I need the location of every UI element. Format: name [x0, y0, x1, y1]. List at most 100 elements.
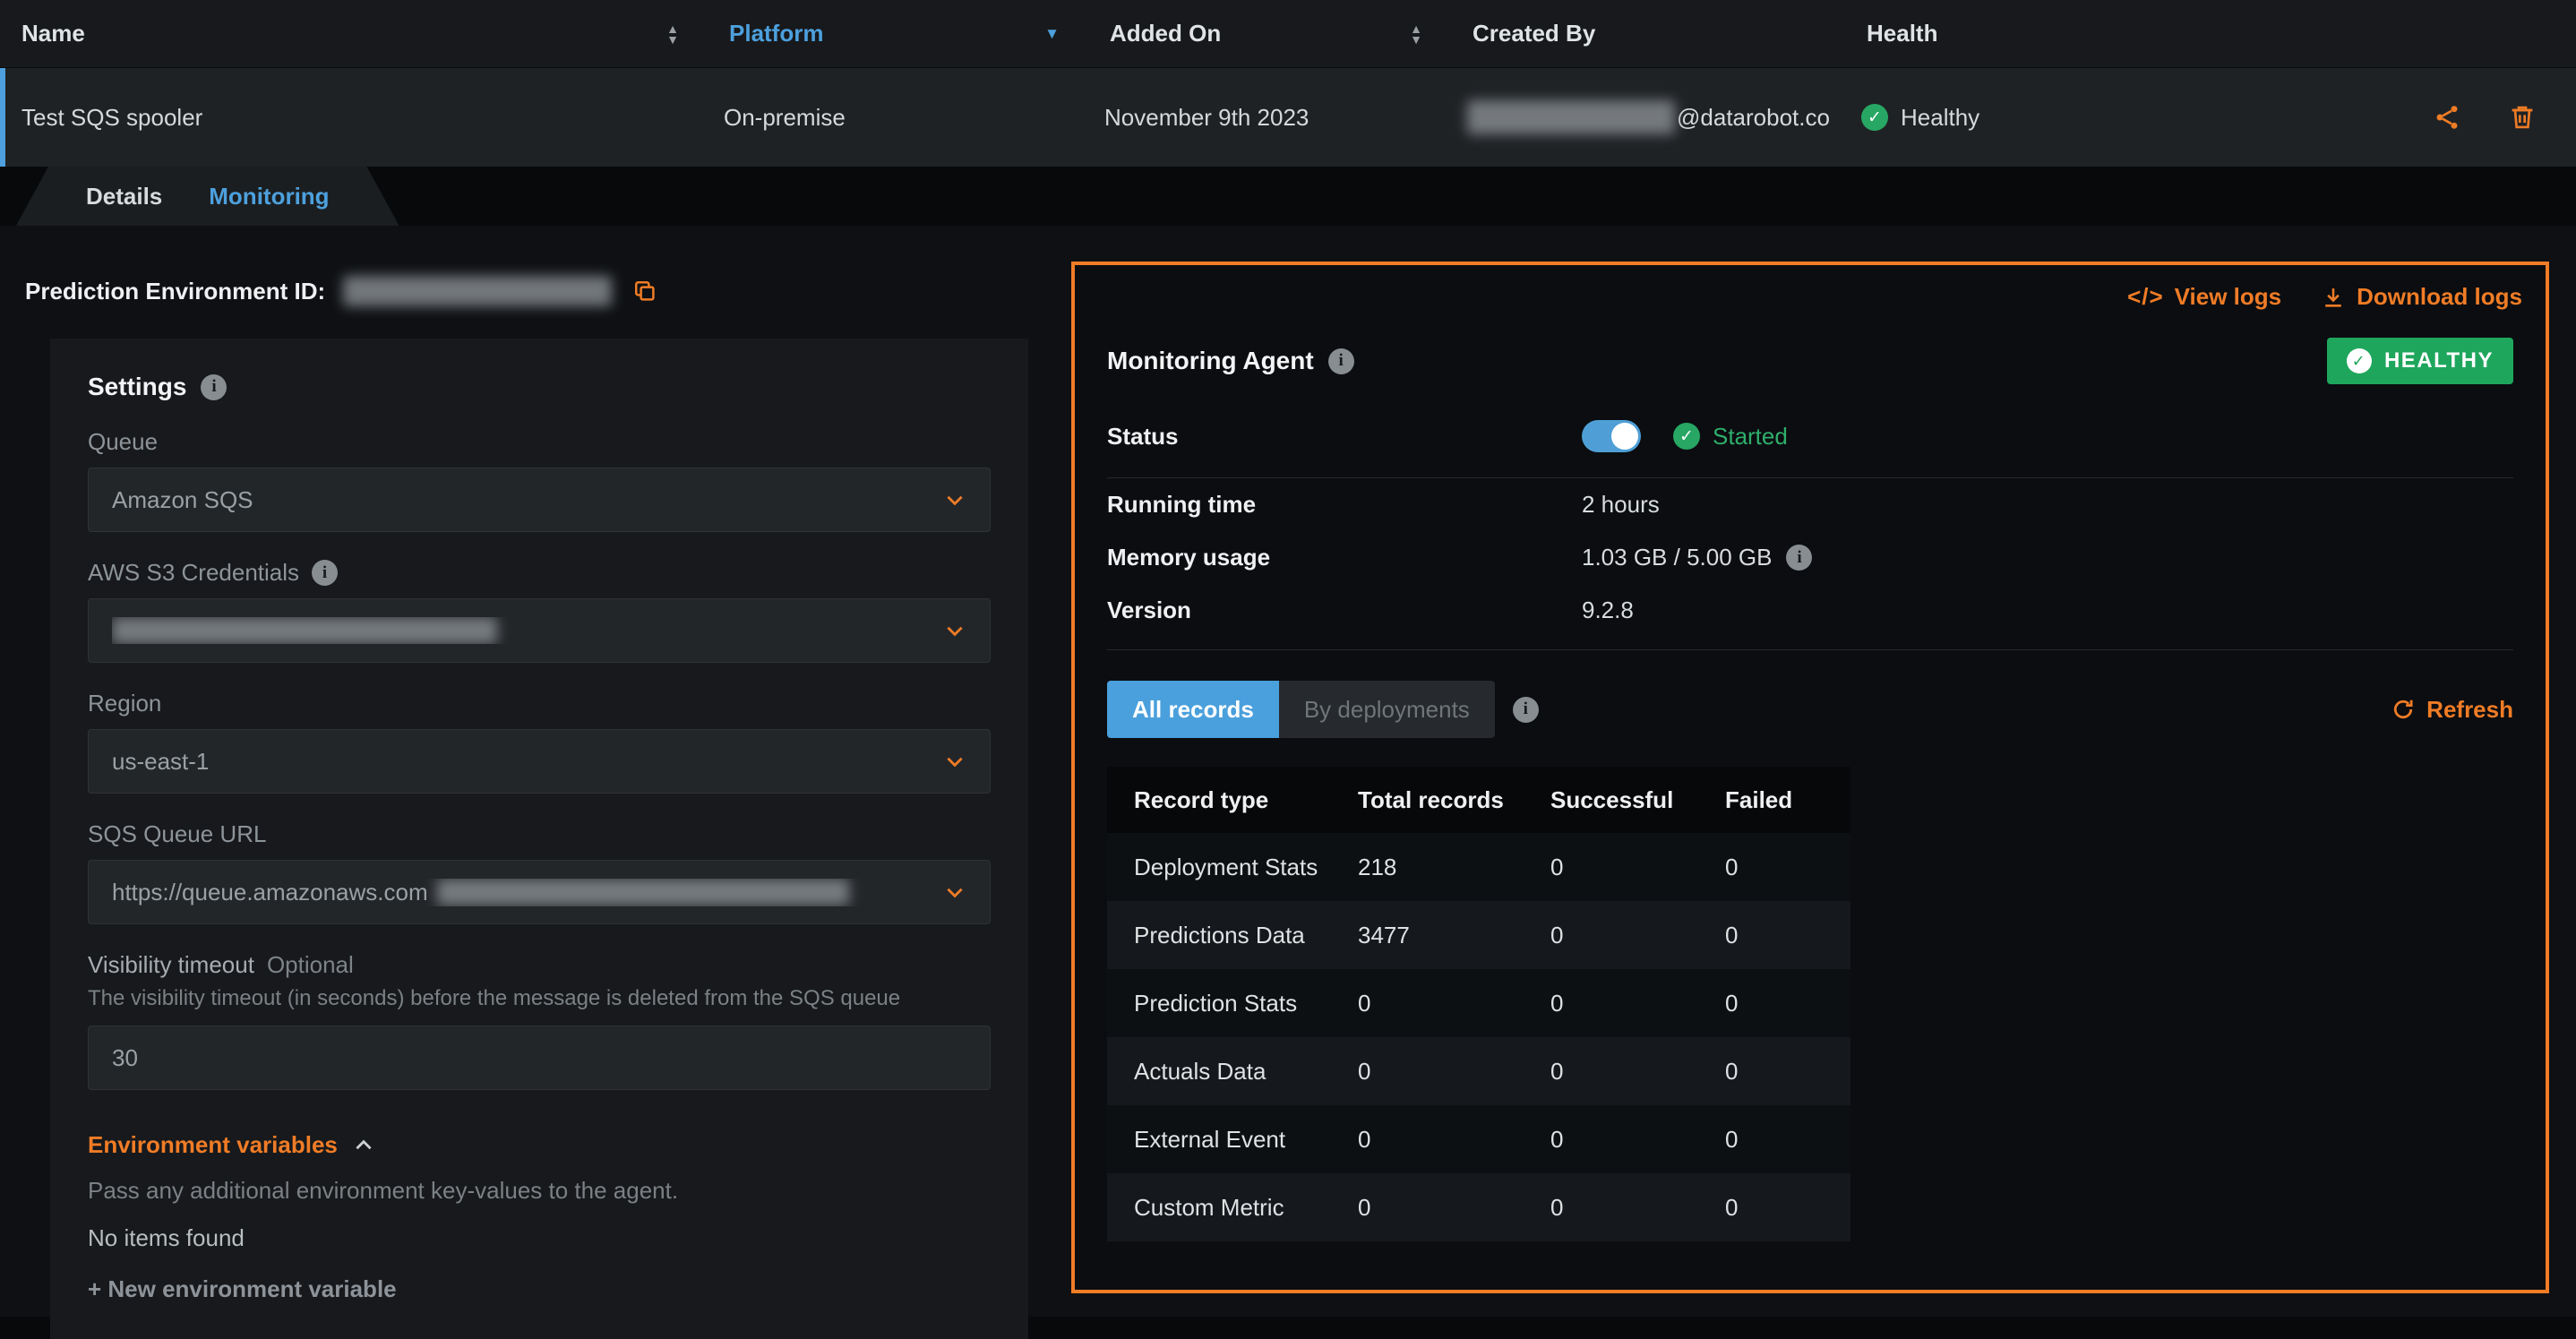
environment-added-on: November 9th 2023 [1104, 104, 1467, 132]
copy-icon[interactable] [631, 278, 658, 305]
health-text: Healthy [1901, 104, 1979, 132]
column-header-health: Health [1867, 20, 2424, 47]
chevron-down-icon [943, 880, 966, 904]
info-icon[interactable]: i [1786, 545, 1812, 571]
record-type-cell: Actuals Data [1107, 1058, 1358, 1086]
total-records-cell: 3477 [1358, 922, 1550, 949]
successful-cell: 0 [1550, 1126, 1725, 1154]
record-type-cell: Prediction Stats [1107, 990, 1358, 1017]
failed-cell: 0 [1725, 922, 1850, 949]
running-time-label: Running time [1107, 491, 1582, 519]
environment-variables-help: Pass any additional environment key-valu… [88, 1177, 991, 1205]
running-time-value: 2 hours [1582, 491, 1660, 519]
download-logs-button[interactable]: Download logs [2321, 283, 2522, 311]
environment-variables-toggle[interactable]: Environment variables [88, 1131, 991, 1159]
tab-details[interactable]: Details [66, 183, 182, 210]
failed-cell: 0 [1725, 1058, 1850, 1086]
visibility-optional-label: Optional [267, 951, 354, 979]
environment-variables-title: Environment variables [88, 1131, 338, 1159]
sqs-url-text: https://queue.amazonaws.com [112, 879, 428, 906]
queue-select[interactable]: Amazon SQS [88, 468, 991, 532]
total-records-cell: 218 [1358, 854, 1550, 881]
info-icon[interactable]: i [201, 374, 227, 400]
tab-monitoring[interactable]: Monitoring [189, 183, 348, 210]
region-select[interactable]: us-east-1 [88, 729, 991, 794]
record-type-cell: Custom Metric [1107, 1194, 1358, 1222]
health-badge-label: HEALTHY [2384, 348, 2494, 373]
new-environment-variable-button[interactable]: + New environment variable [88, 1275, 991, 1303]
column-header-platform[interactable]: Platform ▼ [729, 20, 1110, 47]
visibility-timeout-help: The visibility timeout (in seconds) befo… [88, 986, 991, 1011]
column-header-added-on[interactable]: Added On ▲ ▼ [1110, 20, 1473, 47]
table-row: Deployment Stats 218 0 0 [1107, 833, 1850, 901]
view-logs-button[interactable]: </> View logs [2127, 283, 2281, 311]
version-row: Version 9.2.8 [1107, 584, 2513, 637]
tab-by-deployments[interactable]: By deployments [1279, 681, 1495, 738]
status-label: Status [1107, 423, 1582, 451]
column-header-created-by: Created By [1473, 20, 1867, 47]
environment-row[interactable]: Test SQS spooler On-premise November 9th… [0, 68, 2576, 167]
col-record-type: Record type [1107, 786, 1358, 814]
credentials-select[interactable] [88, 598, 991, 663]
logs-actions: </> View logs Download logs [1075, 265, 2546, 311]
successful-cell: 0 [1550, 990, 1725, 1017]
check-circle-icon: ✓ [1673, 423, 1700, 450]
visibility-timeout-input[interactable] [88, 1026, 991, 1090]
table-row: Predictions Data 3477 0 0 [1107, 901, 1850, 969]
environment-health: ✓ Healthy [1861, 104, 2424, 132]
download-icon [2321, 285, 2346, 310]
health-column-label: Health [1867, 20, 1937, 47]
sort-desc-icon: ▼ [1410, 34, 1422, 45]
chevron-down-icon [943, 488, 966, 511]
refresh-button[interactable]: Refresh [2391, 696, 2513, 724]
table-row: External Event 0 0 0 [1107, 1105, 1850, 1173]
redacted-value [1467, 100, 1675, 134]
sqs-url-select-value: https://queue.amazonaws.com [112, 879, 943, 906]
total-records-cell: 0 [1358, 1194, 1550, 1222]
memory-usage-value: 1.03 GB / 5.00 GB [1582, 544, 1772, 571]
col-successful: Successful [1550, 786, 1725, 814]
info-icon[interactable]: i [312, 560, 338, 586]
platform-column-label: Platform [729, 20, 823, 47]
status-value: Started [1713, 423, 1788, 451]
col-total-records: Total records [1358, 786, 1550, 814]
status-row: Status ✓ Started [1107, 420, 2513, 452]
chevron-down-icon[interactable]: ▼ [1044, 25, 1060, 43]
table-row: Actuals Data 0 0 0 [1107, 1037, 1850, 1105]
status-toggle[interactable] [1582, 420, 1641, 452]
version-value: 9.2.8 [1582, 597, 1634, 624]
memory-usage-row: Memory usage 1.03 GB / 5.00 GB i [1107, 531, 2513, 584]
divider [1107, 649, 2513, 650]
records-table-header: Record type Total records Successful Fai… [1107, 767, 1850, 833]
view-logs-label: View logs [2175, 283, 2281, 311]
created-by-column-label: Created By [1473, 20, 1595, 47]
tab-all-records[interactable]: All records [1107, 681, 1279, 738]
successful-cell: 0 [1550, 1194, 1725, 1222]
environment-platform: On-premise [724, 104, 1104, 132]
added-on-column-label: Added On [1110, 20, 1221, 47]
column-header-name[interactable]: Name ▲ ▼ [21, 20, 729, 47]
sqs-url-select[interactable]: https://queue.amazonaws.com [88, 860, 991, 924]
table-row: Prediction Stats 0 0 0 [1107, 969, 1850, 1037]
environment-variables-empty: No items found [88, 1224, 991, 1252]
records-table: Record type Total records Successful Fai… [1107, 767, 1850, 1241]
environment-name-link[interactable]: Test SQS spooler [21, 104, 724, 132]
trash-icon[interactable] [2508, 103, 2537, 132]
toggle-knob [1611, 423, 1638, 450]
record-type-cell: External Event [1107, 1126, 1358, 1154]
health-badge: ✓ HEALTHY [2327, 338, 2513, 384]
sort-icon[interactable]: ▲ ▼ [666, 23, 679, 45]
sort-icon[interactable]: ▲ ▼ [1410, 23, 1422, 45]
monitoring-agent-title: Monitoring Agent [1107, 347, 1314, 375]
share-icon[interactable] [2433, 103, 2461, 132]
row-actions [2424, 103, 2576, 132]
chevron-up-icon [352, 1134, 375, 1157]
info-icon[interactable]: i [1513, 697, 1539, 723]
record-type-cell: Deployment Stats [1107, 854, 1358, 881]
main-content: Prediction Environment ID: Settings i Qu… [0, 226, 2576, 1317]
settings-title: Settings [88, 373, 186, 401]
successful-cell: 0 [1550, 854, 1725, 881]
check-circle-icon: ✓ [2347, 348, 2372, 373]
info-icon[interactable]: i [1328, 348, 1354, 374]
queue-label: Queue [88, 428, 991, 456]
